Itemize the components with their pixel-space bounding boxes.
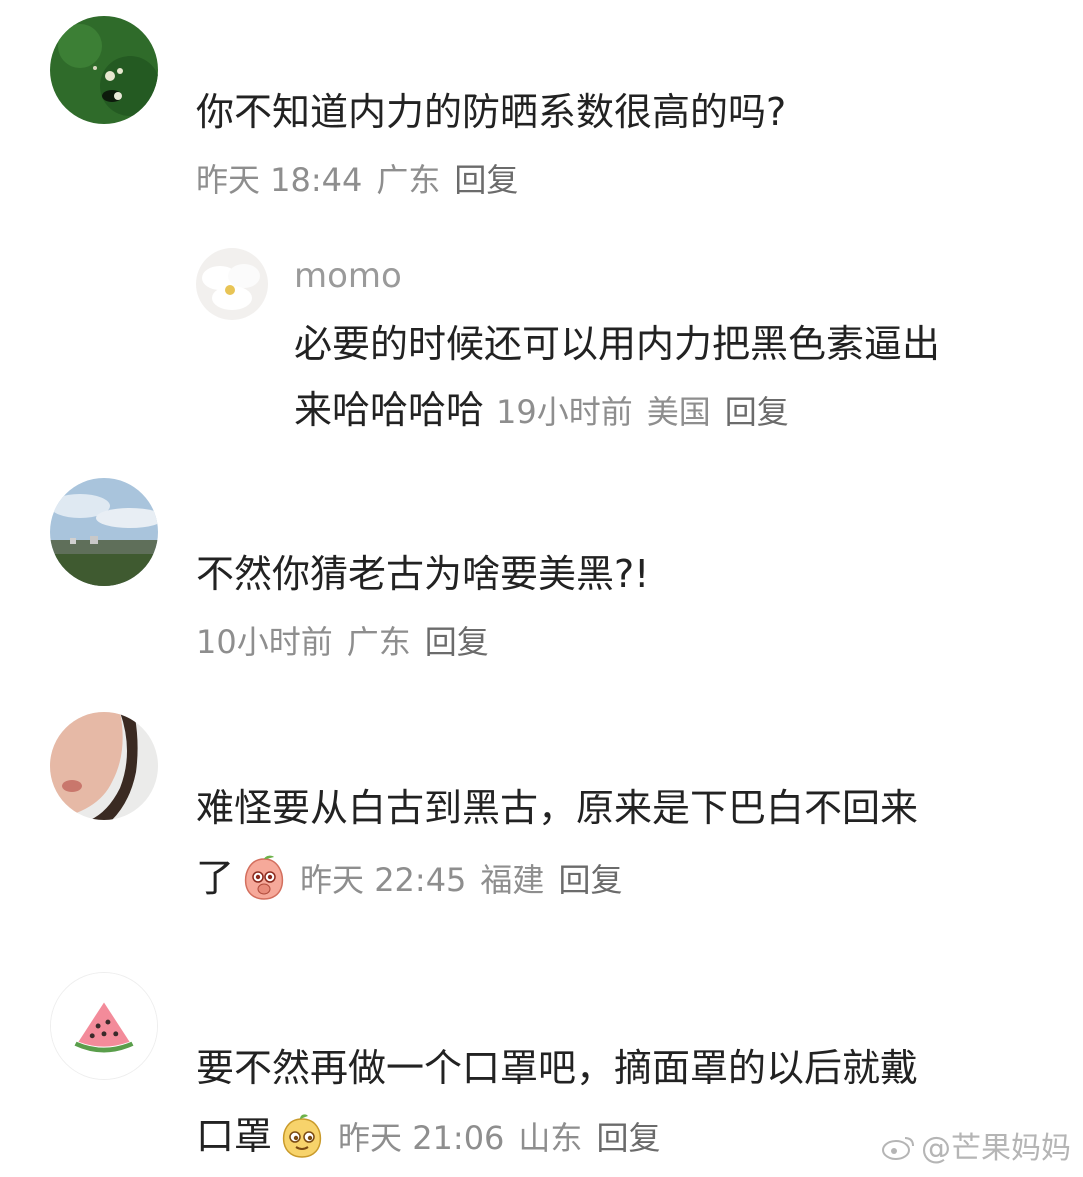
comment-text-cont: 口罩 — [196, 1114, 273, 1158]
comment-time: 昨天 21:06 — [338, 1119, 505, 1157]
comment-text-cont: 了 — [196, 856, 235, 900]
reply-avatar[interactable] — [196, 248, 268, 320]
commenter-avatar[interactable] — [50, 972, 158, 1080]
sky-landscape-avatar-icon — [50, 478, 158, 586]
reply-username[interactable]: momo — [294, 256, 402, 296]
face-photo-avatar-icon — [50, 712, 158, 820]
comment-meta: 昨天 21:06 山东 回复 — [338, 1119, 674, 1157]
comment-meta: 昨天 18:44 广东 回复 — [196, 158, 532, 202]
comment-meta: 昨天 22:45 福建 回复 — [300, 861, 636, 899]
commenter-avatar[interactable] — [50, 712, 158, 820]
reply-text-cont: 来哈哈哈哈 — [294, 388, 485, 432]
reply-meta: 19小时前 美国 回复 — [496, 393, 803, 431]
commenter-avatar[interactable] — [50, 478, 158, 586]
white-flower-avatar-icon — [196, 248, 268, 320]
reply-button[interactable]: 回复 — [558, 861, 622, 899]
comment-time: 昨天 22:45 — [300, 861, 467, 899]
comment-meta: 10小时前 广东 回复 — [196, 620, 503, 664]
smug-face-emoji-icon — [278, 1111, 326, 1159]
watermark-text: @芒果妈妈 — [921, 1131, 1071, 1166]
commenter-avatar[interactable] — [50, 16, 158, 124]
reply-text-line2: 来哈哈哈哈 19小时前 美国 回复 — [294, 378, 803, 444]
comment-location: 山东 — [518, 1119, 583, 1157]
comment-location: 广东 — [346, 623, 411, 661]
comment-text: 难怪要从白古到黑古，原来是下巴白不回来 — [196, 786, 919, 830]
reply-button[interactable]: 回复 — [425, 623, 489, 661]
watermelon-avatar-icon — [51, 973, 157, 1079]
comment-text-line2: 口罩 昨天 21:06 山东 回复 — [196, 1104, 674, 1170]
comment-location: 福建 — [480, 861, 545, 899]
reply-text: 必要的时候还可以用内力把黑色素逼出 — [294, 322, 941, 366]
reply-button[interactable]: 回复 — [596, 1119, 660, 1157]
comment-text-line2: 了 昨天 22:45 福建 回复 — [196, 846, 636, 912]
weibo-icon — [881, 1132, 917, 1162]
shy-peach-emoji-icon — [240, 853, 288, 901]
reply-location: 美国 — [646, 393, 711, 431]
reply-time: 19小时前 — [496, 393, 633, 431]
comment-text: 要不然再做一个口罩吧，摘面罩的以后就戴 — [196, 1046, 919, 1090]
comment-time: 10小时前 — [196, 623, 333, 661]
reply-button[interactable]: 回复 — [454, 161, 518, 199]
comment-text: 不然你猜老古为啥要美黑?! — [196, 552, 650, 596]
comment-text: 你不知道内力的防晒系数很高的吗? — [196, 90, 787, 134]
comment-location: 广东 — [376, 161, 441, 199]
reply-button[interactable]: 回复 — [725, 393, 789, 431]
green-leaf-avatar-icon — [50, 16, 158, 124]
watermark: @芒果妈妈 — [881, 1123, 1071, 1167]
comment-time: 昨天 18:44 — [196, 161, 363, 199]
